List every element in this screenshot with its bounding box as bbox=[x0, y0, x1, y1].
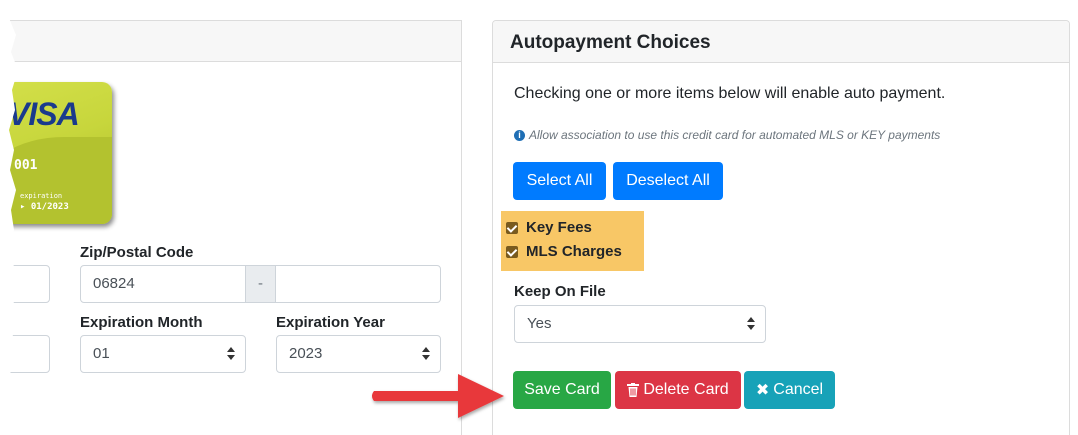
expiration-month-value: 01 bbox=[93, 345, 110, 362]
mls-charges-checkbox[interactable] bbox=[506, 245, 518, 258]
cancel-button[interactable]: ✖ Cancel bbox=[744, 371, 835, 409]
option-mls-charges[interactable]: MLS Charges bbox=[506, 243, 622, 260]
keep-on-file-select[interactable]: Yes bbox=[514, 305, 766, 343]
info-icon: i bbox=[514, 129, 525, 141]
card-details-header bbox=[0, 21, 461, 62]
close-icon: ✖ bbox=[755, 382, 770, 399]
info-note: i Allow association to use this credit c… bbox=[514, 128, 940, 142]
select-caret-icon bbox=[422, 347, 430, 361]
select-caret-icon bbox=[747, 317, 755, 331]
card-expiration-value: ▸ 01/2023 bbox=[20, 202, 69, 212]
zip-label: Zip/Postal Code bbox=[80, 244, 194, 261]
key-fees-label: Key Fees bbox=[526, 219, 592, 236]
delete-card-button[interactable]: Delete Card bbox=[615, 371, 741, 409]
expiration-month-label: Expiration Month bbox=[80, 314, 203, 331]
key-fees-checkbox[interactable] bbox=[506, 221, 518, 234]
autopayment-panel: Autopayment Choices Checking one or more… bbox=[492, 20, 1070, 435]
mls-charges-label: MLS Charges bbox=[526, 243, 622, 260]
zip-extension-field[interactable] bbox=[275, 265, 441, 303]
card-expiration-label: expiration bbox=[20, 192, 63, 200]
zip-value: 06824 bbox=[93, 275, 135, 292]
expiration-year-value: 2023 bbox=[289, 345, 323, 362]
info-note-text: Allow association to use this credit car… bbox=[529, 128, 941, 142]
option-key-fees[interactable]: Key Fees bbox=[506, 219, 592, 236]
trash-icon bbox=[627, 383, 640, 397]
keep-on-file-label: Keep On File bbox=[514, 283, 606, 300]
keep-on-file-value: Yes bbox=[527, 315, 552, 332]
autopayment-title: Autopayment Choices bbox=[510, 32, 711, 53]
zip-separator: - bbox=[245, 265, 276, 303]
select-caret-icon bbox=[227, 347, 235, 361]
autopay-intro: Checking one or more items below will en… bbox=[514, 85, 946, 102]
torn-edge bbox=[0, 0, 18, 435]
select-all-button[interactable]: Select All bbox=[513, 162, 606, 200]
autopayment-header: Autopayment Choices bbox=[493, 21, 1069, 63]
save-card-button[interactable]: Save Card bbox=[513, 371, 611, 409]
expiration-year-label: Expiration Year bbox=[276, 314, 385, 331]
zip-field[interactable]: 06824 bbox=[80, 265, 246, 303]
annotation-arrow bbox=[372, 374, 504, 418]
deselect-all-button[interactable]: Deselect All bbox=[613, 162, 723, 200]
expiration-month-select[interactable]: 01 bbox=[80, 335, 246, 373]
